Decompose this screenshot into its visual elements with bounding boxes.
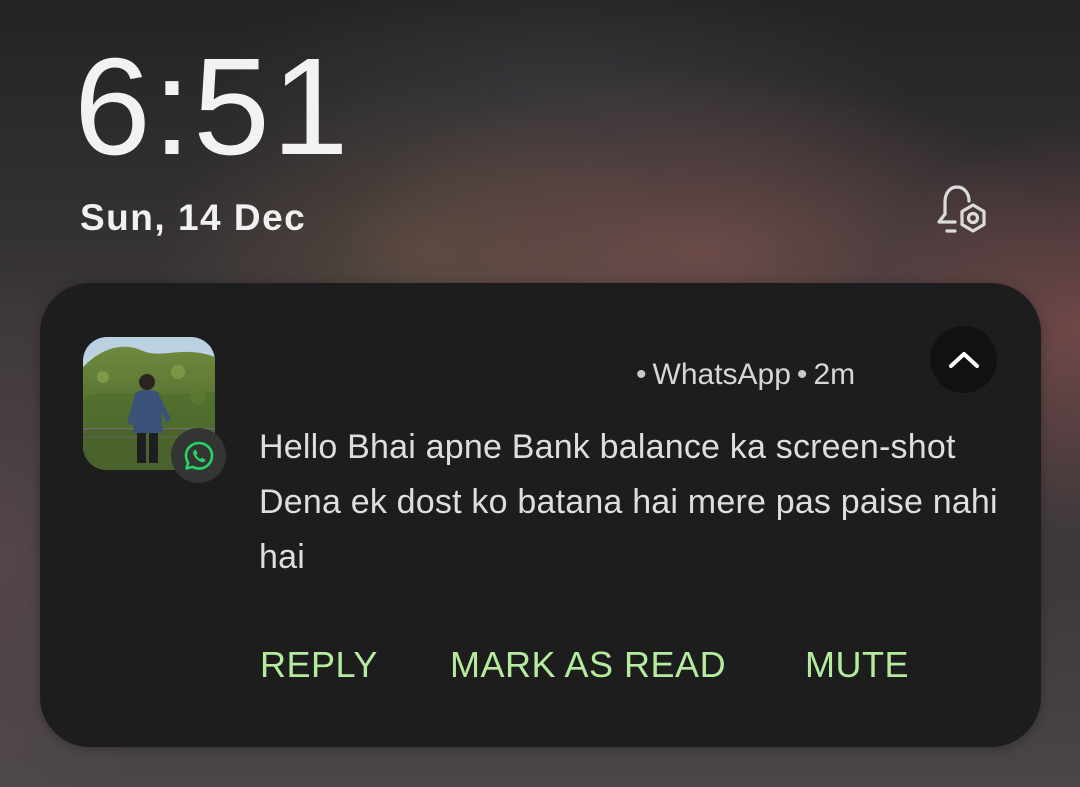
app-badge — [171, 428, 226, 483]
mark-as-read-button[interactable]: MARK AS READ — [450, 643, 726, 687]
header-separator: • — [796, 358, 808, 391]
whatsapp-icon — [184, 441, 213, 470]
chevron-up-icon — [948, 351, 979, 368]
notification-age: 2m — [813, 358, 856, 391]
notification-header: • WhatsApp • 2m — [630, 355, 855, 395]
collapse-button[interactable] — [930, 326, 997, 393]
mute-button[interactable]: MUTE — [805, 643, 909, 687]
reply-button[interactable]: REPLY — [260, 643, 378, 687]
header-separator: • — [636, 358, 647, 391]
lockscreen-clock: 6:51 — [74, 30, 351, 184]
notification-settings-button[interactable] — [925, 182, 995, 244]
notification-message: Hello Bhai apne Bank balance ka screen-s… — [259, 428, 998, 576]
notification-card[interactable]: • WhatsApp • 2m Hello Bhai apne Bank balanc… — [40, 283, 1041, 747]
app-name: WhatsApp — [652, 358, 791, 391]
lockscreen-date: Sun, 14 Dec — [80, 197, 307, 238]
bell-gear-icon — [937, 185, 986, 233]
